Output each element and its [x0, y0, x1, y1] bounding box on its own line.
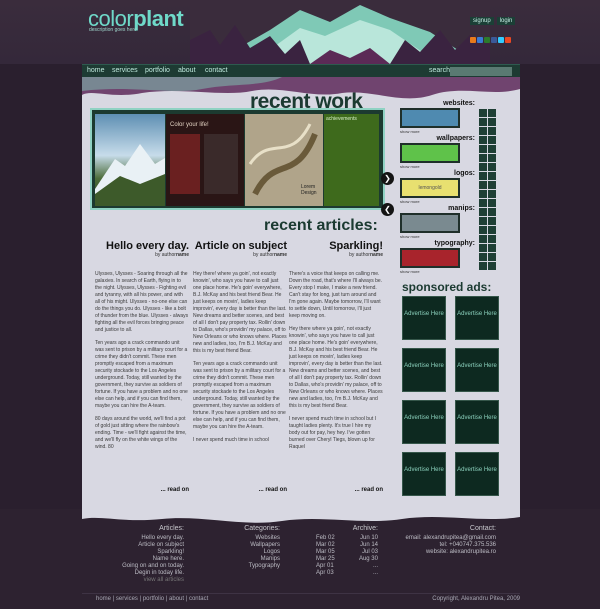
sidebar-manips: manips: show more [400, 205, 475, 239]
sidebar-wallpapers: wallpapers: show more [400, 135, 475, 169]
show-more-link[interactable]: show more [400, 199, 475, 204]
article-byline: by authorname [253, 252, 287, 258]
sidebar-logos: logos: lemongold show more [400, 170, 475, 204]
article-body: Ulysses, Ulysses - Soaring through all t… [95, 271, 189, 450]
ad-slot[interactable]: Advertise Here [402, 348, 446, 392]
digg-icon[interactable] [484, 37, 490, 43]
delicious-icon[interactable] [477, 37, 483, 43]
article-byline: by authorname [155, 252, 189, 258]
nav-about[interactable]: about [178, 67, 196, 74]
nav-portfolio[interactable]: portfolio [145, 67, 170, 74]
logos-thumbnail[interactable]: lemongold [400, 178, 460, 198]
footer-categories: Categories: Websites Wallpapers Logos Ma… [244, 525, 280, 569]
prev-arrow-icon[interactable]: ❮ [381, 203, 394, 216]
site-header: colorplant description goes here signup l… [0, 0, 600, 64]
account-links: signup login [470, 9, 530, 48]
nav-services[interactable]: services [112, 67, 138, 74]
ad-slot[interactable]: Advertise Here [402, 296, 446, 340]
ad-slot[interactable]: Advertise Here [455, 348, 499, 392]
signup-link[interactable]: signup [470, 17, 494, 25]
read-on-link[interactable]: ... read on [355, 487, 383, 493]
article-title[interactable]: Hello every day. [95, 240, 189, 252]
read-on-link[interactable]: ... read on [161, 487, 189, 493]
ad-slot[interactable]: Advertise Here [455, 452, 499, 496]
article-body: Hey there! where ya goin', not exactly k… [193, 271, 287, 443]
sidebar-websites: websites: show more [400, 100, 475, 134]
site-tagline: description goes here [89, 27, 137, 33]
footer-articles: Articles: Hello every day. Article on su… [122, 525, 184, 583]
sidebar-typography: typography: show more [400, 240, 475, 274]
portfolio-showcase: Color your life! Lorem Design achievemen… [90, 108, 394, 216]
recent-articles-heading: recent articles: [264, 217, 378, 234]
login-link[interactable]: login [496, 17, 516, 25]
mountain-thumbnail [95, 144, 165, 206]
twitter-icon[interactable] [498, 37, 504, 43]
search-input[interactable] [450, 67, 512, 76]
article-title[interactable]: Sparkling! [289, 240, 383, 252]
stumble-icon[interactable] [505, 37, 511, 43]
showcase-caption-3: Lorem Design [301, 184, 317, 196]
social-icons [470, 30, 530, 48]
ad-slot[interactable]: Advertise Here [402, 452, 446, 496]
read-on-link[interactable]: ... read on [259, 487, 287, 493]
showcase-caption: Color your life! [170, 122, 209, 128]
showcase-item-2[interactable]: Color your life! [166, 114, 244, 206]
footer-archive: Archive: Feb 02 Mar 02 Mar 05 Mar 25 Apr… [316, 525, 378, 576]
copyright-text: Copyright, Alexandru Pitea, 2009 [432, 596, 520, 602]
wallpapers-thumbnail[interactable] [400, 143, 460, 163]
search-label: search [429, 67, 451, 74]
article-body: There's a voice that keeps on calling me… [289, 271, 383, 450]
article-card: Sparkling! by authorname There's a voice… [289, 240, 383, 493]
nav-home[interactable]: home [87, 67, 105, 74]
article-title[interactable]: Article on subject [193, 240, 287, 252]
ad-slot[interactable]: Advertise Here [402, 400, 446, 444]
show-more-link[interactable]: show more [400, 269, 475, 274]
mountain-banner [190, 0, 490, 64]
manips-thumbnail[interactable] [400, 213, 460, 233]
showcase-item-4[interactable]: achievements [324, 114, 379, 206]
show-more-link[interactable]: show more [400, 234, 475, 239]
ad-slot[interactable]: Advertise Here [455, 296, 499, 340]
article-byline: by authorname [349, 252, 383, 258]
sponsored-ads-heading: sponsored ads: [402, 280, 492, 294]
article-card: Article on subject by authorname Hey the… [193, 240, 287, 493]
showcase-caption-4: achievements [326, 116, 357, 122]
main-nav: home services portfolio about contact se… [82, 64, 520, 77]
typography-thumbnail[interactable] [400, 248, 460, 268]
websites-thumbnail[interactable] [400, 108, 460, 128]
content-panel: recent work Color your life! Lorem Desig… [82, 77, 520, 509]
facebook-icon[interactable] [491, 37, 497, 43]
footer-nav-links[interactable]: home | services | portfolio | about | co… [96, 596, 208, 602]
showcase-item-1[interactable] [95, 114, 165, 206]
thumbnail-strip [479, 109, 499, 271]
article-card: Hello every day. by authorname Ulysses, … [95, 240, 189, 493]
show-more-link[interactable]: show more [400, 129, 475, 134]
next-arrow-icon[interactable]: ❯ [381, 172, 394, 185]
showcase-item-3[interactable]: Lorem Design [245, 114, 323, 206]
ad-slot[interactable]: Advertise Here [455, 400, 499, 444]
footer-bottom-bar: home | services | portfolio | about | co… [82, 593, 520, 605]
nav-contact[interactable]: contact [205, 67, 228, 74]
show-more-link[interactable]: show more [400, 164, 475, 169]
rss-icon[interactable] [470, 37, 476, 43]
footer-contact: Contact: email: alexandrupitea@gmail.com… [405, 525, 496, 555]
